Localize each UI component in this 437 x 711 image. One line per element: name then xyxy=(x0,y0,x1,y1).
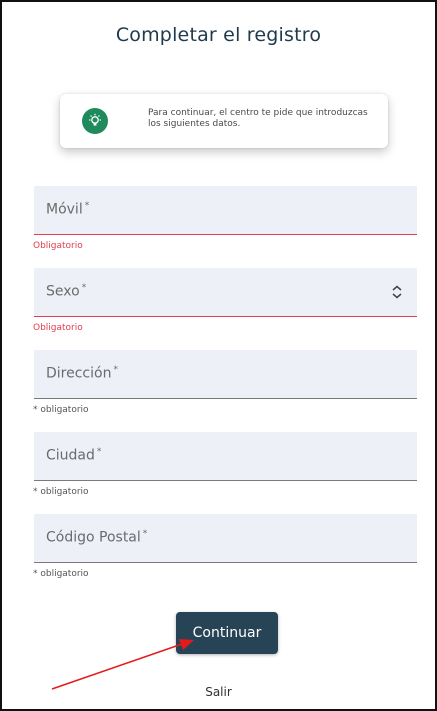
address-field[interactable]: Dirección * xyxy=(34,350,417,399)
city-field[interactable]: Ciudad * xyxy=(34,432,417,481)
address-field-helper: * obligatorio xyxy=(33,405,89,415)
mobile-field-helper: Obligatorio xyxy=(33,241,83,251)
lightbulb-icon xyxy=(82,108,108,134)
city-field-helper: * obligatorio xyxy=(33,487,89,497)
registration-form: Completar el registro Para continuar, el… xyxy=(0,0,437,711)
exit-link[interactable]: Salir xyxy=(2,685,435,699)
page-title: Completar el registro xyxy=(115,24,322,46)
postal-code-field-label: Código Postal * xyxy=(46,529,148,546)
city-field-label: Ciudad * xyxy=(46,447,102,464)
postal-code-field-helper: * obligatorio xyxy=(33,569,89,579)
gender-select-helper: Obligatorio xyxy=(33,323,83,333)
gender-select[interactable]: Sexo * xyxy=(34,268,417,317)
notice-text: Para continuar, el centro te pide que in… xyxy=(148,108,368,129)
mobile-field-label: Móvil * xyxy=(46,201,90,218)
gender-select-label: Sexo * xyxy=(46,283,87,300)
exit-link-label: Salir xyxy=(205,685,232,699)
address-field-label: Dirección * xyxy=(46,365,118,382)
continue-button[interactable]: Continuar xyxy=(176,612,278,654)
postal-code-field[interactable]: Código Postal * xyxy=(34,514,417,563)
mobile-field[interactable]: Móvil * xyxy=(34,186,417,235)
chevron-updown-icon xyxy=(391,284,403,303)
info-notice: Para continuar, el centro te pide que in… xyxy=(60,94,388,148)
